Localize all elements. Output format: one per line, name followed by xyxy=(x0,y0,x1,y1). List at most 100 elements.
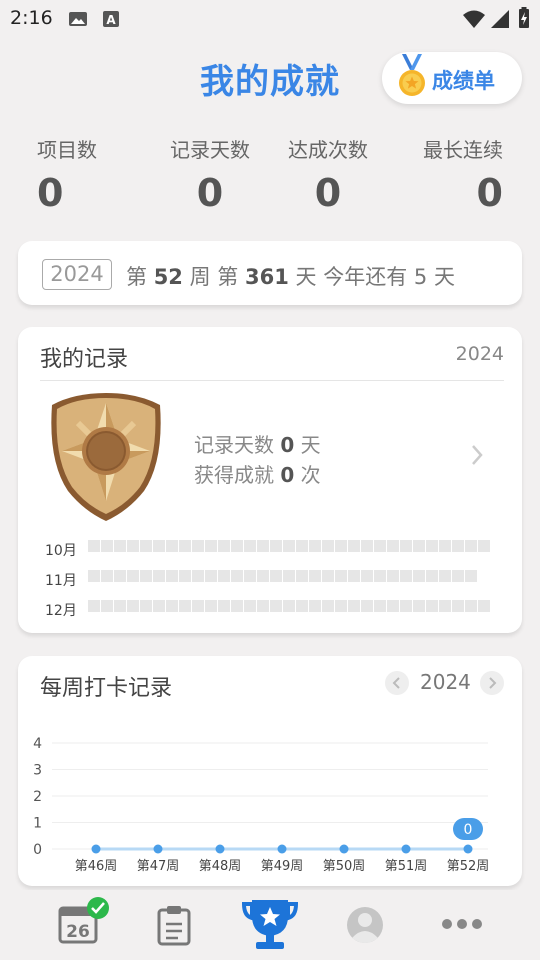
day-cell xyxy=(465,600,477,612)
stat-value: 0 xyxy=(196,171,224,215)
stat-value: 0 xyxy=(37,171,64,215)
day-cell xyxy=(270,570,282,582)
day-cell xyxy=(218,570,230,582)
day-cell xyxy=(127,540,139,552)
x-tick-label: 第52周 xyxy=(447,859,490,874)
data-point xyxy=(215,844,225,854)
day-cell xyxy=(452,570,464,582)
report-card-button[interactable]: 成绩单 xyxy=(382,52,522,104)
data-point xyxy=(91,844,101,854)
day-cell xyxy=(153,540,165,552)
bottom-nav: 26 xyxy=(0,890,540,960)
day-cell xyxy=(166,570,178,582)
day-cell xyxy=(231,540,243,552)
data-point xyxy=(153,844,163,854)
bronze-badge-icon xyxy=(51,393,161,521)
record-days-line: 记录天数 0 天 xyxy=(194,433,321,457)
day-cell xyxy=(413,600,425,612)
chevron-right-icon[interactable] xyxy=(468,441,486,469)
day-number: 361 xyxy=(244,265,289,289)
month-label-dec: 12月 xyxy=(45,603,77,619)
day-cell xyxy=(478,540,490,552)
day-cell xyxy=(296,570,308,582)
day-cell xyxy=(335,540,347,552)
month-label-oct: 10月 xyxy=(45,543,77,559)
day-cell xyxy=(387,540,399,552)
clipboard-icon xyxy=(157,906,191,946)
x-tick-label: 第51周 xyxy=(385,859,428,874)
day-cell xyxy=(257,540,269,552)
day-cell xyxy=(335,570,347,582)
trophy-icon xyxy=(241,900,299,949)
week-info-text: 第 52 周 第 361 天 今年还有 5 天 xyxy=(126,265,455,289)
y-tick-label: 1 xyxy=(33,816,42,832)
day-cell xyxy=(374,600,386,612)
data-point xyxy=(463,844,473,854)
battery-charging-icon xyxy=(519,7,529,28)
day-cell xyxy=(374,570,386,582)
nav-more[interactable] xyxy=(440,916,484,936)
day-cell xyxy=(465,570,477,582)
day-cell xyxy=(283,540,295,552)
day-cell xyxy=(439,600,451,612)
day-cell xyxy=(179,600,191,612)
day-cell xyxy=(400,570,412,582)
day-cell xyxy=(140,540,152,552)
calendar-date: 26 xyxy=(66,922,90,942)
stat-label: 记录天数 xyxy=(170,138,250,162)
day-cell xyxy=(218,600,230,612)
year-badge: 2024 xyxy=(42,259,112,290)
day-cell xyxy=(192,540,204,552)
nav-calendar[interactable]: 26 xyxy=(56,896,112,950)
day-cell xyxy=(88,600,100,612)
day-cell xyxy=(309,570,321,582)
day-cell xyxy=(257,570,269,582)
y-tick-label: 3 xyxy=(33,763,42,779)
week-number: 52 xyxy=(153,265,183,289)
day-cell xyxy=(179,570,191,582)
day-cell xyxy=(296,540,308,552)
day-cell xyxy=(439,540,451,552)
achievements-value: 0 xyxy=(280,463,295,487)
day-cell xyxy=(426,600,438,612)
nav-profile[interactable] xyxy=(346,906,384,948)
a-icon: A xyxy=(103,11,119,27)
day-cell xyxy=(244,570,256,582)
stat-label: 项目数 xyxy=(37,138,97,162)
day-cell xyxy=(465,540,477,552)
day-cell xyxy=(231,600,243,612)
day-cell xyxy=(153,570,165,582)
stat-project-count: 项目数 0 xyxy=(37,134,167,215)
day-cell xyxy=(426,570,438,582)
day-cell xyxy=(309,540,321,552)
day-cell xyxy=(478,600,490,612)
stat-label: 最长连续 xyxy=(423,138,503,162)
day-cell xyxy=(205,600,217,612)
status-bar: 2:16 A xyxy=(0,0,540,38)
day-cell xyxy=(270,540,282,552)
day-cell xyxy=(387,600,399,612)
more-icon xyxy=(442,919,482,929)
day-cell xyxy=(88,570,100,582)
day-cell xyxy=(192,600,204,612)
my-records-card[interactable]: 我的记录 2024 记录天数 0 天 获得成就 0 次 10月 11月 12月 xyxy=(18,327,522,633)
day-cell xyxy=(283,570,295,582)
day-cell xyxy=(387,570,399,582)
day-cell xyxy=(322,570,334,582)
day-cell xyxy=(413,540,425,552)
report-card-label: 成绩单 xyxy=(432,69,495,93)
svg-text:A: A xyxy=(106,13,116,27)
nav-records[interactable] xyxy=(156,904,192,950)
records-year: 2024 xyxy=(455,343,504,365)
day-cell xyxy=(153,600,165,612)
day-cell xyxy=(361,570,373,582)
day-cell xyxy=(413,570,425,582)
nav-achievements[interactable] xyxy=(240,896,300,956)
day-cell xyxy=(179,540,191,552)
day-cell xyxy=(218,540,230,552)
day-cell xyxy=(426,540,438,552)
day-cell xyxy=(88,540,100,552)
achievements-line: 获得成就 0 次 xyxy=(194,463,321,487)
wifi-icon xyxy=(463,10,485,28)
stat-achieved-count: 达成次数 0 xyxy=(287,134,369,215)
